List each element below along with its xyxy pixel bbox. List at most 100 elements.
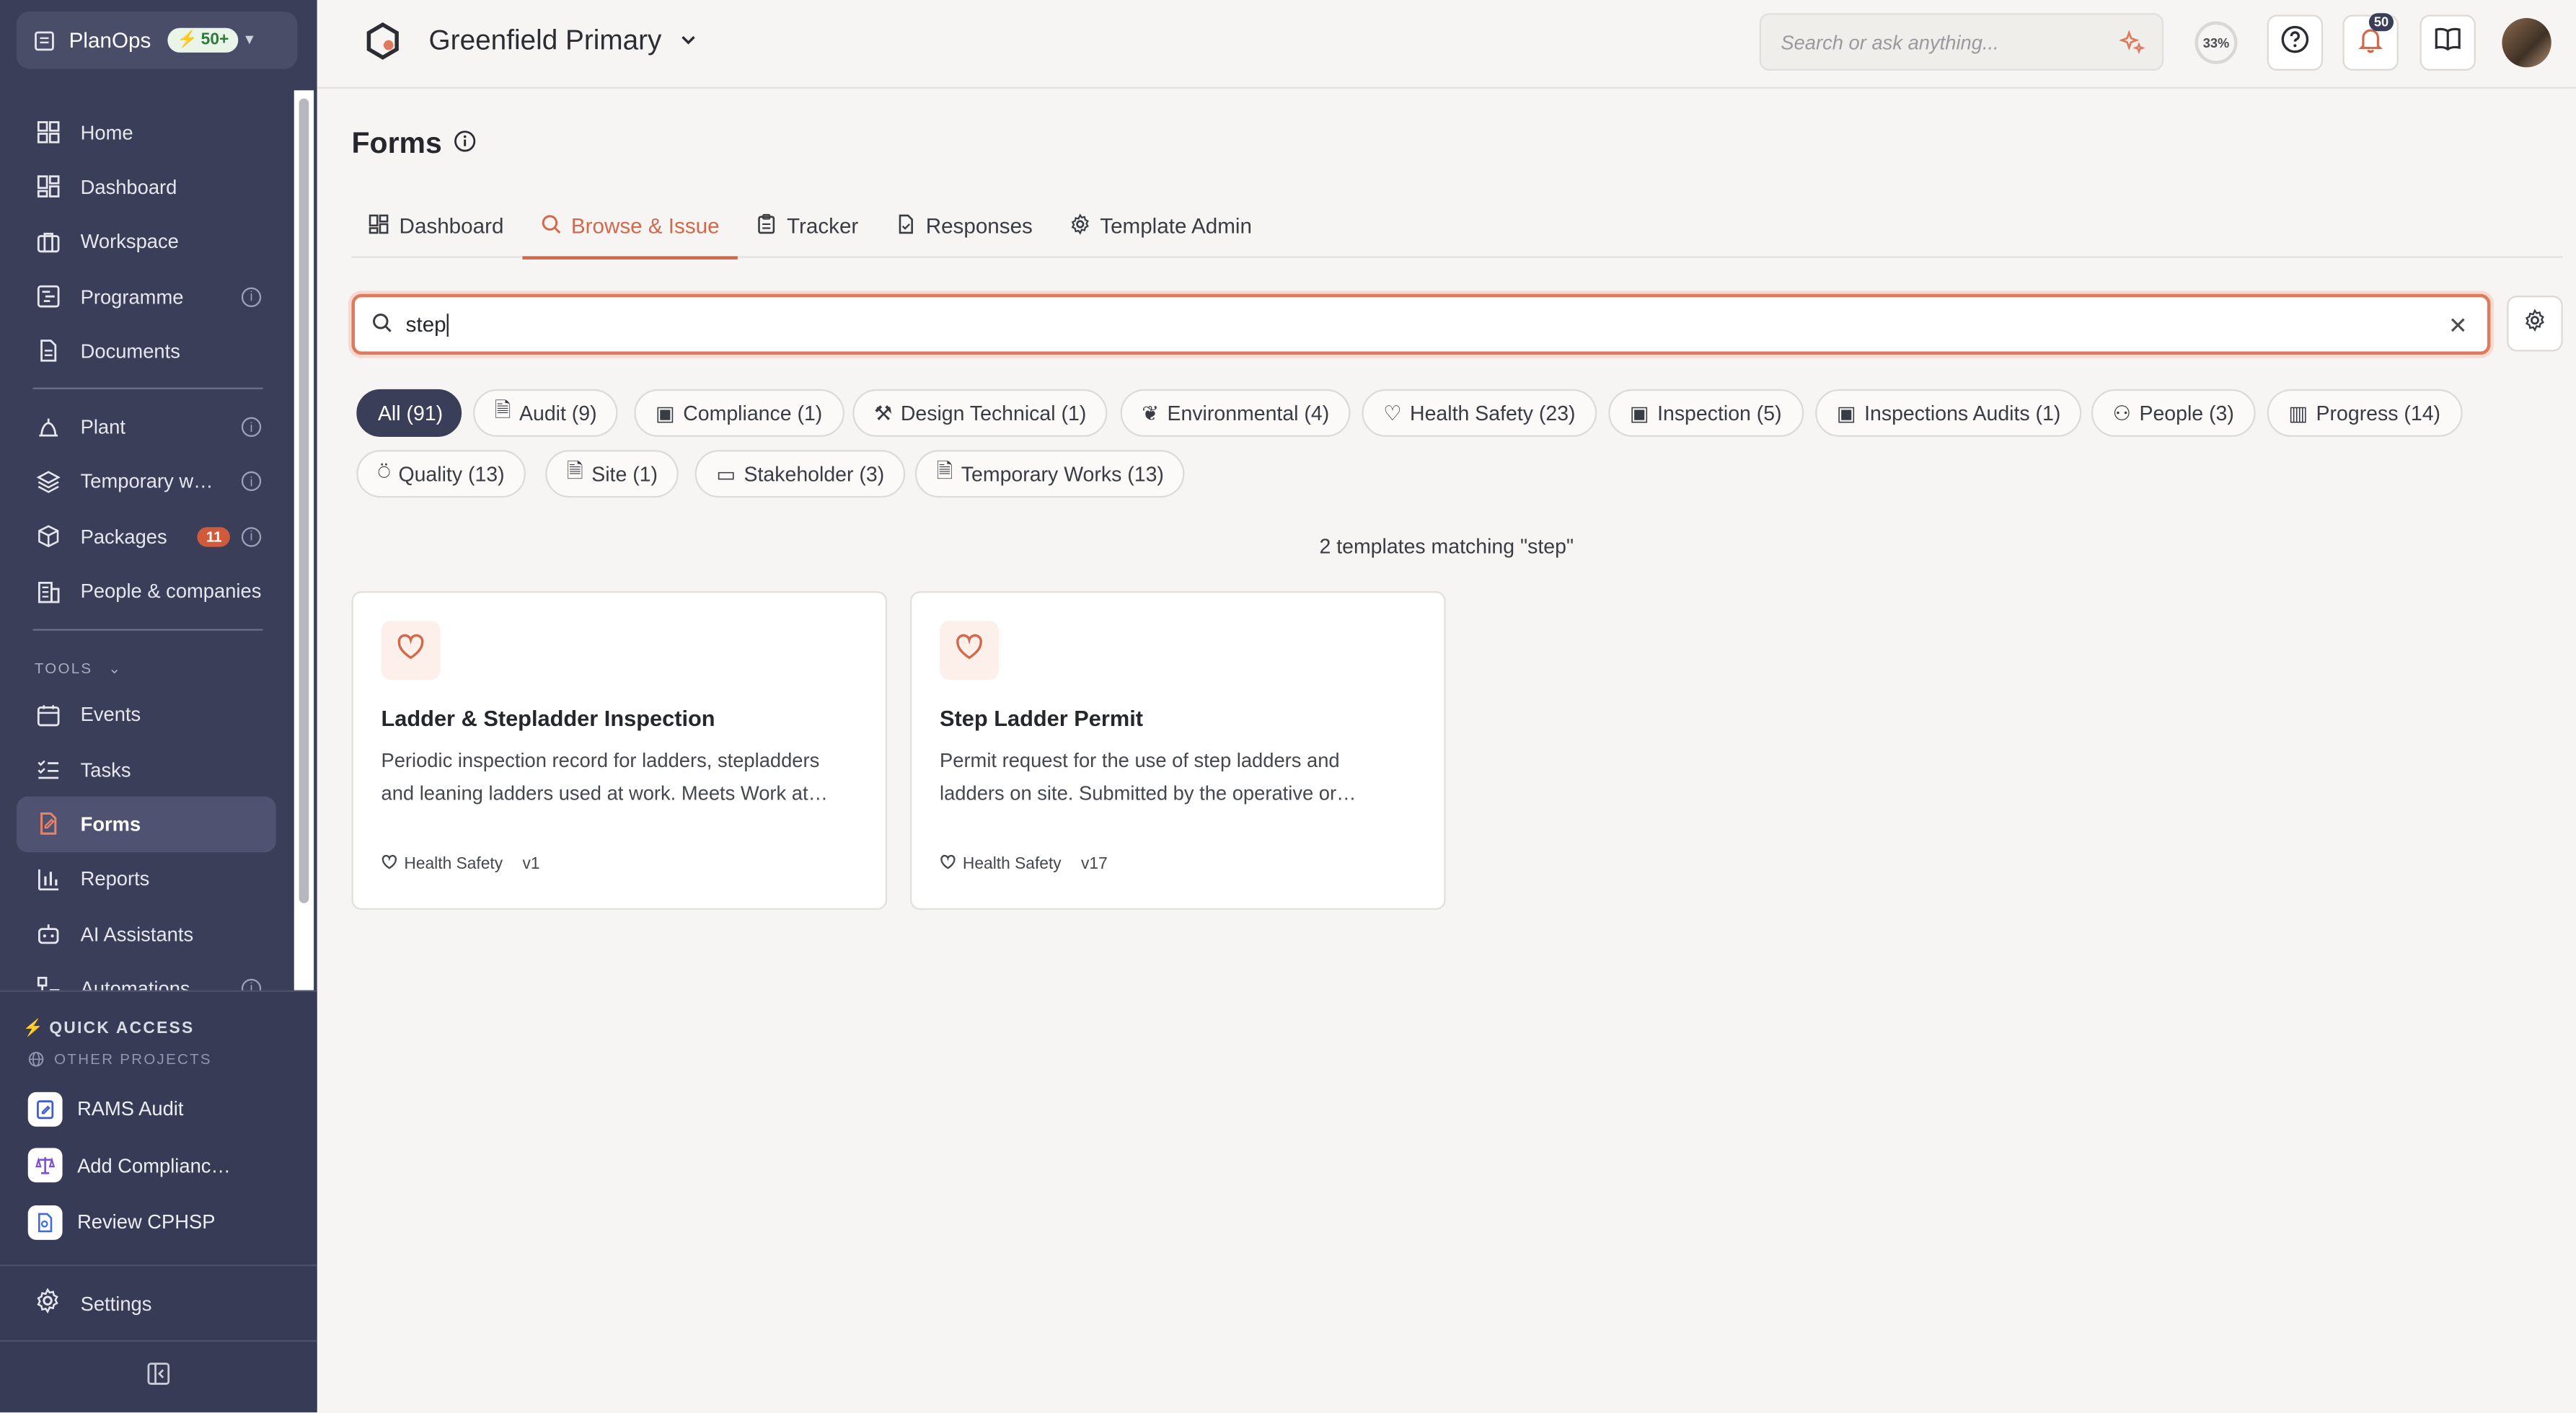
info-icon[interactable]: i	[241, 471, 262, 492]
sidebar-scroll-thumb[interactable]	[299, 98, 309, 903]
tab-label: Browse & Issue	[570, 213, 720, 239]
tab-label: Tracker	[787, 213, 859, 239]
sidebar-item-forms[interactable]: Forms	[16, 797, 276, 852]
filter-chip-design-technical[interactable]: ⚒ Design Technical (1)	[852, 389, 1108, 437]
filter-chip-people[interactable]: ⚇ People (3)	[2091, 389, 2256, 437]
top-bar: Greenfield Primary Search or ask anythin…	[317, 0, 2576, 89]
search-settings-button[interactable]	[2507, 296, 2563, 352]
filter-chip-stakeholder[interactable]: ▭ Stakeholder (3)	[694, 450, 906, 498]
notification-count: 50	[2369, 13, 2394, 32]
filter-chip-environmental[interactable]: ❦ Environmental (4)	[1120, 389, 1351, 437]
favorite-button[interactable]	[940, 621, 1000, 681]
sidebar-item-programme[interactable]: Programme i	[0, 269, 292, 324]
search-placeholder: Search or ask anything...	[1781, 30, 1999, 54]
filter-chip-audit[interactable]: 🗎 Audit (9)	[473, 389, 619, 437]
sidebar-item-label: Forms	[80, 812, 141, 836]
filter-chip-inspections-audits[interactable]: ▣ Inspections Audits (1)	[1815, 389, 2082, 437]
quick-item-label: Review CPHSP	[77, 1210, 216, 1234]
template-search-input[interactable]: step ✕	[351, 293, 2491, 355]
filter-chip-quality[interactable]: ⍥ Quality (13)	[356, 450, 526, 498]
sidebar-item-packages[interactable]: Packages 11 i	[0, 509, 292, 564]
ai-sparkle-icon[interactable]	[2119, 30, 2145, 61]
leaf-icon: ❦	[1142, 402, 1160, 426]
tab-responses[interactable]: Responses	[876, 194, 1051, 258]
filter-chip-all[interactable]: All (91)	[356, 389, 462, 437]
sidebar-item-reports[interactable]: Reports	[0, 851, 292, 906]
tab-tracker[interactable]: Tracker	[738, 194, 877, 258]
checklist-icon	[35, 756, 61, 782]
info-icon[interactable]: i	[241, 526, 262, 546]
clear-search-icon[interactable]: ✕	[2448, 312, 2468, 340]
sidebar-item-documents[interactable]: Documents	[0, 324, 292, 378]
app-logo-icon[interactable]	[363, 22, 402, 61]
document-icon	[35, 338, 61, 364]
quick-item-add-compliance[interactable]: Add Complianc…	[0, 1138, 317, 1195]
info-icon[interactable]	[454, 126, 477, 161]
filter-chip-temporary-works[interactable]: 🗎 Temporary Works (13)	[914, 450, 1186, 498]
filter-chip-compliance[interactable]: ▣ Compliance (1)	[634, 389, 844, 437]
favorite-button[interactable]	[381, 621, 441, 681]
divider	[32, 628, 263, 631]
card-meta: Health Safety v1	[381, 854, 540, 876]
other-projects-label: OTHER PROJECTS	[0, 1038, 317, 1068]
info-icon[interactable]: i	[241, 286, 262, 306]
book-open-icon	[2433, 24, 2463, 61]
sidebar-item-label: Temporary w…	[80, 470, 213, 494]
quick-item-rams-audit[interactable]: RAMS Audit	[0, 1081, 317, 1138]
layers-icon	[35, 469, 61, 495]
card-description: Periodic inspection record for ladders, …	[381, 748, 828, 805]
template-card[interactable]: Ladder & Stepladder Inspection Periodic …	[351, 591, 888, 911]
quick-access-panel: ⚡ QUICK ACCESS OTHER PROJECTS RAMS Audit …	[0, 990, 317, 1413]
collapse-sidebar-button[interactable]	[0, 1339, 317, 1413]
message-icon: ▭	[716, 463, 736, 487]
sidebar-item-label: Reports	[80, 867, 150, 891]
award-icon: ⍥	[377, 461, 391, 485]
help-button[interactable]	[2267, 14, 2324, 71]
clipboard-check-icon: ▣	[655, 402, 675, 426]
tab-browse-issue[interactable]: Browse & Issue	[521, 194, 738, 260]
user-avatar[interactable]	[2502, 18, 2551, 68]
bolt-icon: ⚡	[22, 1019, 45, 1038]
sidebar-item-plant[interactable]: Plant i	[0, 400, 292, 455]
search-icon	[371, 311, 393, 337]
sidebar-item-tasks[interactable]: Tasks	[0, 743, 292, 797]
document-icon: 🗎	[566, 459, 583, 483]
sidebar-item-ai-assistants[interactable]: AI Assistants	[0, 906, 292, 961]
tab-dashboard[interactable]: Dashboard	[351, 194, 521, 258]
bar-chart-icon: ▥	[2288, 402, 2308, 426]
divider	[32, 388, 263, 390]
filter-chip-progress[interactable]: ▥ Progress (14)	[2267, 389, 2462, 437]
clipboard-check-icon: ▣	[1629, 402, 1649, 426]
robot-icon	[35, 921, 61, 947]
sidebar-item-temporary-works[interactable]: Temporary w… i	[0, 455, 292, 510]
filter-chip-site[interactable]: 🗎 Site (1)	[545, 450, 679, 498]
grid-icon	[35, 119, 61, 145]
docs-button[interactable]	[2420, 14, 2476, 71]
card-title: Step Ladder Permit	[940, 706, 1143, 731]
workspace-switcher[interactable]: PlanOps ⚡ 50+ ▾	[16, 11, 298, 69]
sidebar-item-label: Documents	[80, 340, 180, 363]
sidebar-item-people-companies[interactable]: People & companies	[0, 564, 292, 619]
results-count: 2 templates matching "step"	[1319, 535, 1574, 559]
notifications-button[interactable]: 50	[2342, 13, 2399, 71]
filter-chip-health-safety[interactable]: ♡ Health Safety (23)	[1362, 389, 1597, 437]
sidebar-item-workspace[interactable]: Workspace	[0, 214, 292, 269]
chevron-down-icon	[678, 25, 697, 58]
filter-chip-inspection[interactable]: ▣ Inspection (5)	[1608, 389, 1804, 437]
template-card[interactable]: Step Ladder Permit Permit request for th…	[910, 591, 1446, 911]
gear-icon	[2523, 308, 2546, 339]
sidebar-item-settings[interactable]: Settings	[0, 1264, 317, 1340]
progress-indicator[interactable]: 33%	[2195, 21, 2238, 64]
sidebar-item-dashboard[interactable]: Dashboard	[0, 160, 292, 215]
sidebar-item-events[interactable]: Events	[0, 688, 292, 743]
sidebar-item-home[interactable]: Home	[0, 105, 292, 160]
tools-section-toggle[interactable]: TOOLS ⌄	[0, 640, 292, 688]
quick-item-review-cphsp[interactable]: Review CPHSP	[0, 1194, 317, 1251]
package-icon	[35, 523, 61, 549]
document-icon: 🗎	[936, 459, 953, 483]
scales-icon	[27, 1148, 63, 1183]
tab-template-admin[interactable]: Template Admin	[1051, 194, 1270, 258]
info-icon[interactable]: i	[241, 417, 262, 438]
global-search-input[interactable]: Search or ask anything...	[1759, 13, 2164, 71]
project-switcher[interactable]: Greenfield Primary	[429, 25, 698, 58]
